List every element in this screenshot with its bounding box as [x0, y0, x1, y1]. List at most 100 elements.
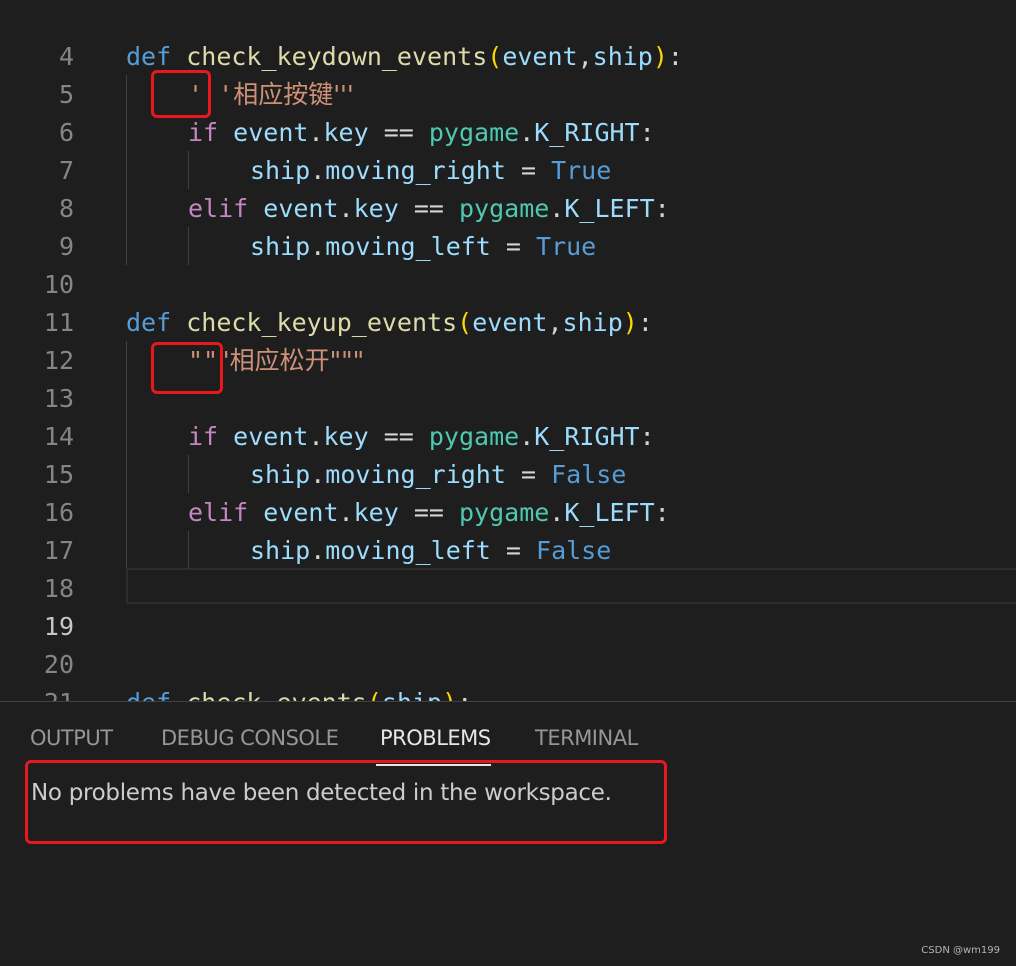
tab-terminal[interactable]: TERMINAL: [535, 726, 638, 750]
string-token: ': [218, 80, 234, 109]
attribute-token: moving_left: [325, 536, 491, 565]
constant-token: K_RIGHT: [534, 422, 640, 451]
bottom-panel: OUTPUT DEBUG CONSOLE PROBLEMS TERMINAL N…: [0, 701, 1016, 966]
module-token: pygame: [458, 498, 550, 527]
highlight-box-line6: [151, 70, 211, 118]
attribute-token: key: [353, 194, 399, 223]
code-text: def check_events(ship):: [126, 684, 472, 701]
code-line[interactable]: 15 if event.key == pygame.K_RIGHT:: [0, 418, 1016, 489]
highlight-box-message: [25, 760, 667, 844]
function-name-token: check_keydown_events: [186, 42, 488, 71]
keyword-token: def: [126, 308, 172, 337]
function-name-token: check_keyup_events: [186, 308, 458, 337]
code-line[interactable]: 12 def check_keyup_events(event,ship):: [0, 304, 1016, 375]
keyword-token: def: [126, 688, 171, 701]
constant-token: K_LEFT: [564, 498, 655, 527]
attribute-token: moving_right: [325, 460, 506, 489]
punctuation-token: .: [310, 536, 326, 565]
code-text: def check_keyup_events(event,ship):: [126, 304, 653, 342]
variable-token: ship: [250, 536, 311, 565]
code-text: if event.key == pygame.K_RIGHT:: [188, 114, 655, 152]
code-text: ' '相应按键''': [188, 76, 354, 114]
code-line[interactable]: 21: [0, 646, 1016, 701]
constant-token: K_RIGHT: [534, 118, 640, 147]
variable-token: ship: [250, 460, 311, 489]
code-line[interactable]: 11: [0, 266, 1016, 337]
code-line[interactable]: 8 ship.moving_right = True: [0, 152, 1016, 223]
code-text: if event.key == pygame.K_RIGHT:: [188, 418, 655, 456]
variable-token: ship: [250, 156, 311, 185]
code-line[interactable]: 17 elif event.key == pygame.K_LEFT:: [0, 494, 1016, 565]
punctuation-token: ,: [577, 42, 593, 71]
punctuation-token: .: [338, 194, 354, 223]
attribute-token: key: [353, 498, 399, 527]
function-name-token: check_events: [186, 688, 367, 701]
keyword-token: elif: [188, 194, 249, 223]
code-line[interactable]: 9 elif event.key == pygame.K_LEFT:: [0, 190, 1016, 261]
parameter-token: ship: [382, 688, 442, 701]
keyword-token: def: [126, 42, 172, 71]
code-line[interactable]: 22 def check_events(ship):: [0, 684, 1016, 701]
variable-token: ship: [250, 232, 311, 261]
keyword-token: elif: [188, 498, 249, 527]
punctuation-token: .: [519, 118, 535, 147]
code-text: ship.moving_left = True: [250, 228, 596, 266]
operator-token: =: [505, 460, 552, 489]
tab-output[interactable]: OUTPUT: [30, 726, 113, 750]
code-line[interactable]: 18 ship.moving_left = False: [0, 532, 1016, 603]
operator-token: ==: [398, 498, 459, 527]
parameter-token: ship: [592, 42, 653, 71]
code-line-current[interactable]: 19: [0, 570, 1016, 641]
tab-debug-console[interactable]: DEBUG CONSOLE: [161, 726, 339, 750]
attribute-token: moving_left: [325, 232, 491, 261]
code-line[interactable]: 10 ship.moving_left = True: [0, 228, 1016, 299]
variable-token: event: [263, 194, 339, 223]
punctuation-token: .: [338, 498, 354, 527]
code-text: def check_keydown_events(event,ship):: [126, 38, 683, 76]
code-text: ship.moving_right = False: [250, 456, 626, 494]
bracket-token: ): [622, 308, 638, 337]
highlight-box-line13: [151, 342, 223, 394]
constant-token: K_LEFT: [564, 194, 655, 223]
punctuation-token: :: [639, 118, 655, 147]
code-line[interactable]: 7 if event.key == pygame.K_RIGHT:: [0, 114, 1016, 185]
boolean-token: False: [536, 536, 612, 565]
code-text: elif event.key == pygame.K_LEFT:: [188, 190, 670, 228]
code-line[interactable]: 16 ship.moving_right = False: [0, 456, 1016, 527]
bracket-token: (: [457, 308, 473, 337]
code-text: elif event.key == pygame.K_LEFT:: [188, 494, 670, 532]
punctuation-token: .: [308, 118, 324, 147]
operator-token: ==: [398, 194, 459, 223]
screenshot-root: 4 5 def check_keydown_events(event,ship)…: [0, 0, 1016, 966]
punctuation-token: .: [308, 422, 324, 451]
docstring-token: "相应松开""": [218, 346, 365, 375]
punctuation-token: :: [637, 308, 653, 337]
boolean-token: True: [551, 156, 612, 185]
parameter-token: event: [502, 42, 578, 71]
tab-problems[interactable]: PROBLEMS: [380, 726, 491, 750]
punctuation-token: .: [310, 156, 326, 185]
punctuation-token: :: [457, 688, 472, 701]
bracket-token: (: [367, 688, 382, 701]
keyword-token: if: [188, 118, 219, 147]
operator-token: ==: [368, 118, 429, 147]
watermark: CSDN @wm199: [921, 945, 1000, 956]
code-editor[interactable]: 4 5 def check_keydown_events(event,ship)…: [0, 0, 1016, 701]
variable-token: event: [233, 118, 309, 147]
punctuation-token: .: [310, 460, 326, 489]
punctuation-token: :: [654, 498, 670, 527]
boolean-token: True: [536, 232, 597, 261]
punctuation-token: .: [519, 422, 535, 451]
module-token: pygame: [428, 118, 520, 147]
bracket-token: ): [652, 42, 668, 71]
punctuation-token: :: [667, 42, 683, 71]
code-line[interactable]: 20: [0, 608, 1016, 679]
parameter-token: ship: [562, 308, 623, 337]
operator-token: ==: [368, 422, 429, 451]
code-line[interactable]: 4: [0, 0, 1016, 71]
module-token: pygame: [428, 422, 520, 451]
boolean-token: False: [551, 460, 627, 489]
bracket-token: (: [487, 42, 503, 71]
operator-token: =: [505, 156, 552, 185]
parameter-token: event: [472, 308, 548, 337]
